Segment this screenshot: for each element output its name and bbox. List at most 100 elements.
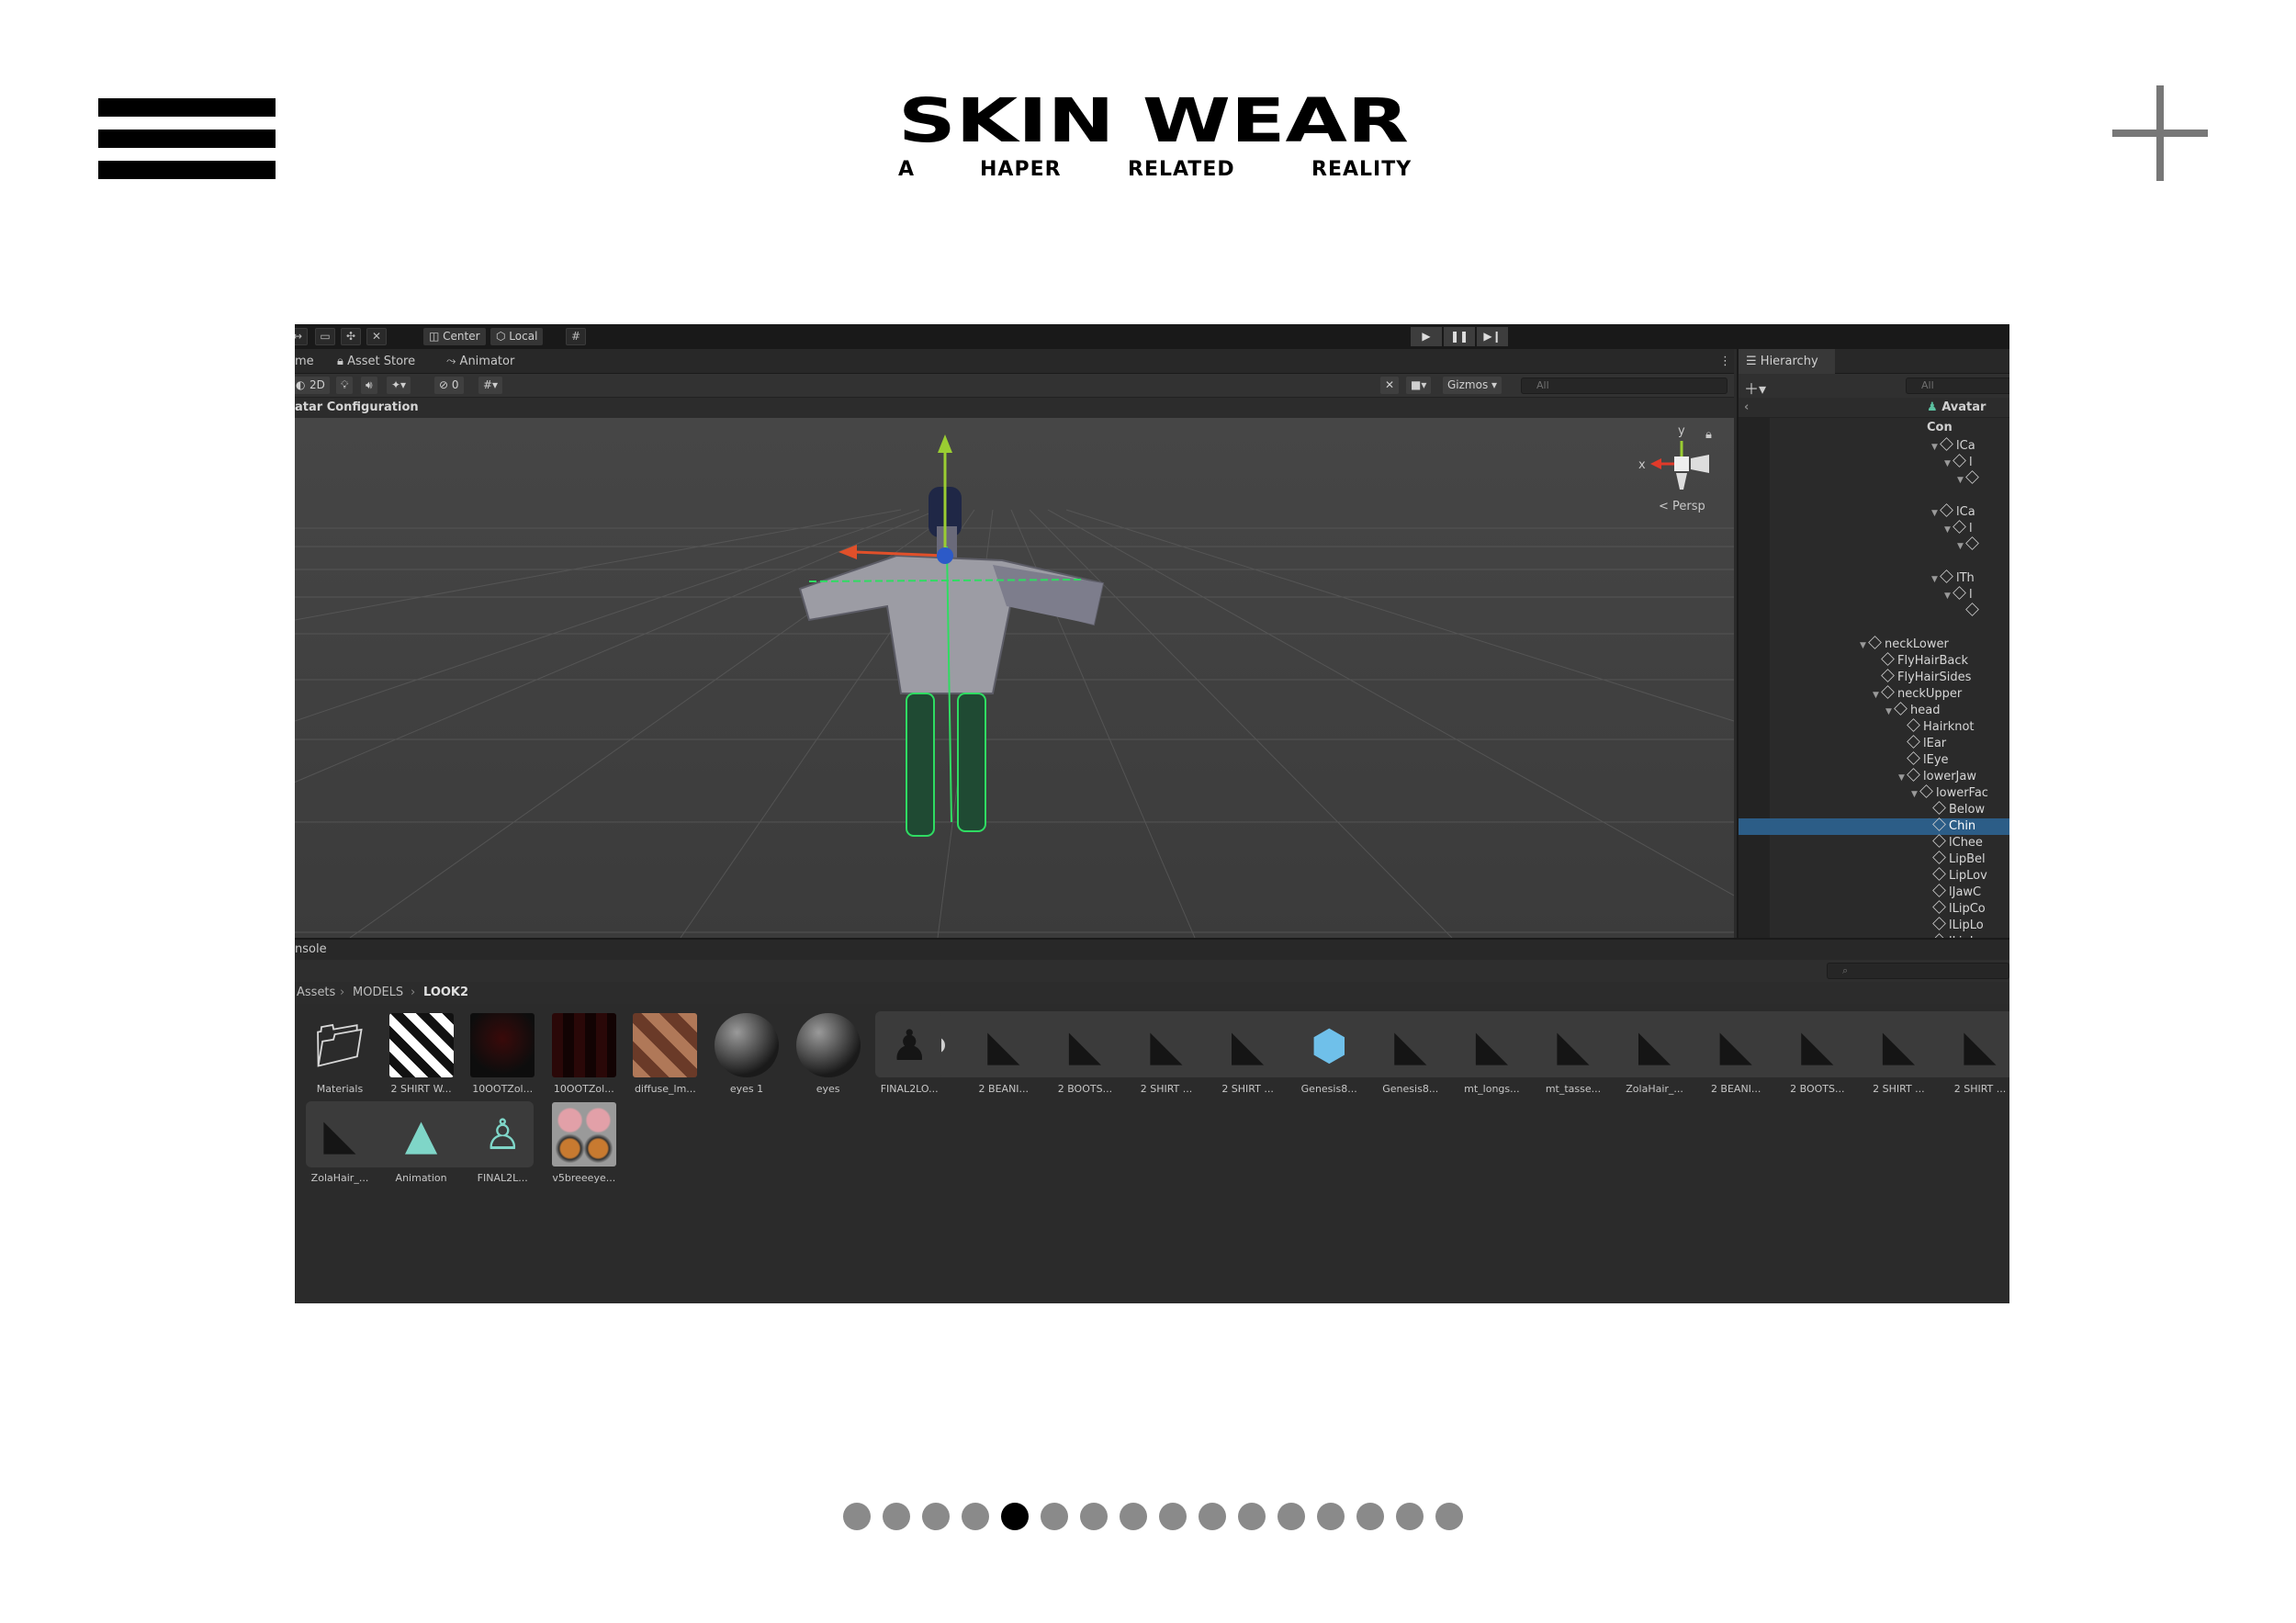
grid-snap-icon[interactable]: #: [566, 328, 586, 345]
asset-item[interactable]: 2 SHIRT W...: [382, 1013, 461, 1103]
hierarchy-item[interactable]: lChee: [1739, 834, 2009, 851]
hierarchy-item[interactable]: lEye: [1739, 751, 2009, 769]
toggle-2d-button[interactable]: 2D: [305, 377, 330, 394]
pagination-dot[interactable]: [1238, 1503, 1266, 1530]
hierarchy-item[interactable]: FlyHairSides: [1739, 669, 2009, 686]
expand-arrow-icon[interactable]: ▼: [1873, 687, 1882, 704]
asset-item[interactable]: ◣ 2 BOOTS...: [1045, 1013, 1124, 1103]
asset-item[interactable]: ♙ FINAL2L...: [463, 1102, 542, 1192]
asset-item[interactable]: 10OOTZol...: [463, 1013, 542, 1103]
pagination-dot[interactable]: [1396, 1503, 1424, 1530]
lock-icon[interactable]: 🔒︎: [1705, 428, 1712, 442]
breadcrumb-models[interactable]: MODELS: [353, 982, 403, 1004]
hierarchy-item[interactable]: ▼ l: [1739, 520, 2009, 537]
hierarchy-item[interactable]: ▼ neckLower: [1739, 636, 2009, 654]
scene-viewport[interactable]: y x 🔒︎ < Persp: [295, 418, 1734, 938]
hierarchy-item[interactable]: ▼ neckUpper: [1739, 685, 2009, 704]
expand-arrow-icon[interactable]: ▼: [1957, 472, 1966, 489]
expand-arrow-icon[interactable]: ▼: [1944, 588, 1953, 604]
pagination-dot[interactable]: [962, 1503, 989, 1530]
pivot-center-button[interactable]: ◫ Center: [423, 328, 486, 345]
hierarchy-item[interactable]: ▼: [1739, 536, 2009, 555]
pagination-dot[interactable]: [1317, 1503, 1345, 1530]
hierarchy-item[interactable]: lLipLo: [1739, 917, 2009, 934]
add-object-icon[interactable]: ＋▾: [1744, 377, 1766, 399]
hierarchy-item[interactable]: [1739, 603, 2009, 620]
hierarchy-item[interactable]: LipLov: [1739, 867, 2009, 885]
asset-item[interactable]: eyes: [789, 1013, 868, 1103]
tab-hierarchy[interactable]: ☰ Hierarchy: [1739, 349, 1835, 374]
breadcrumb-assets[interactable]: Assets: [297, 982, 335, 1004]
expand-arrow-icon[interactable]: ▼: [1885, 704, 1895, 720]
more-options-icon[interactable]: ⋮: [1719, 349, 1731, 374]
expand-arrow-icon[interactable]: ▼: [1931, 571, 1941, 588]
hierarchy-item[interactable]: ▼ lTh: [1739, 569, 2009, 588]
expand-arrow-icon[interactable]: ▼: [1911, 786, 1920, 803]
asset-item[interactable]: ◣ 2 BOOTS...: [1778, 1013, 1857, 1103]
asset-item[interactable]: ◣ 2 BEANI...: [1696, 1013, 1775, 1103]
character-model[interactable]: [798, 487, 1105, 837]
pause-icon[interactable]: ❚❚: [1444, 327, 1475, 346]
pagination-dot[interactable]: [1159, 1503, 1187, 1530]
move-tool-icon[interactable]: ↔: [295, 328, 308, 345]
expand-arrow-icon[interactable]: ▼: [1898, 770, 1908, 786]
hierarchy-item[interactable]: ▼ head: [1739, 702, 2009, 720]
asset-item[interactable]: ◣ 2 SHIRT ...: [1209, 1013, 1288, 1103]
hierarchy-item[interactable]: ▼ lCa: [1739, 437, 2009, 455]
rect-tool-icon[interactable]: ▭: [315, 328, 335, 345]
hierarchy-item[interactable]: Chin: [1739, 817, 2009, 835]
back-chevron-icon[interactable]: ‹: [1744, 398, 1749, 418]
pagination-dot[interactable]: [1001, 1503, 1029, 1530]
plus-button[interactable]: [2112, 85, 2208, 181]
view-mode-label[interactable]: < Persp: [1659, 500, 1705, 513]
pagination-dot[interactable]: [1120, 1503, 1147, 1530]
asset-item[interactable]: ◣ ZolaHair_...: [300, 1102, 379, 1192]
pagination-dot[interactable]: [1041, 1503, 1068, 1530]
hierarchy-item[interactable]: ▼ l: [1739, 586, 2009, 604]
hierarchy-item[interactable]: ▼: [1739, 470, 2009, 489]
expand-arrow-icon[interactable]: ▼: [1860, 637, 1869, 654]
hierarchy-item[interactable]: Hairknot: [1739, 718, 2009, 736]
hierarchy-item[interactable]: LipBel: [1739, 851, 2009, 868]
asset-item[interactable]: v5breeeye...: [545, 1102, 624, 1192]
asset-item[interactable]: ♟ FINAL2LO...: [870, 1013, 949, 1103]
asset-item[interactable]: diffuse_lm...: [625, 1013, 704, 1103]
hidden-objects-button[interactable]: ⊘ 0: [434, 377, 464, 394]
custom-tool-icon[interactable]: ✕: [366, 328, 387, 345]
pagination-dot[interactable]: [922, 1503, 950, 1530]
asset-item[interactable]: ◣ 2 BEANI...: [964, 1013, 1043, 1103]
asset-item[interactable]: eyes 1: [707, 1013, 786, 1103]
hierarchy-item[interactable]: FlyHairBack: [1739, 652, 2009, 670]
hierarchy-root-row[interactable]: ‹ ♟ Avatar Con: [1739, 398, 2009, 434]
asset-item[interactable]: ◣ 2 SHIRT ...: [1127, 1013, 1206, 1103]
hierarchy-search-input[interactable]: All: [1906, 378, 2009, 394]
space-local-button[interactable]: ⬡ Local: [490, 328, 544, 345]
orientation-gizmo[interactable]: y x 🔒︎: [1638, 424, 1712, 490]
tools-icon[interactable]: ✕: [1380, 377, 1400, 394]
z-axis-handle[interactable]: [937, 547, 953, 564]
asset-item[interactable]: 📁︎ Materials: [300, 1013, 379, 1103]
asset-item[interactable]: 10OOTZol...: [545, 1013, 624, 1103]
tab-home[interactable]: me: [295, 349, 314, 374]
pagination-dot[interactable]: [1356, 1503, 1384, 1530]
hierarchy-item[interactable]: ▼ lowerFac: [1739, 784, 2009, 803]
asset-item[interactable]: ◣ mt_longs...: [1452, 1013, 1531, 1103]
expand-arrow-icon[interactable]: ▼: [1931, 505, 1941, 522]
hierarchy-item[interactable]: lEar: [1739, 735, 2009, 752]
pagination-dot[interactable]: [1277, 1503, 1305, 1530]
hamburger-menu-button[interactable]: [98, 98, 276, 179]
hierarchy-item[interactable]: lLipCo: [1739, 900, 2009, 918]
breadcrumb-look2[interactable]: LOOK2: [423, 982, 468, 1004]
asset-item[interactable]: ◣ 2 SHIRT ...: [1859, 1013, 1938, 1103]
expand-arrow-icon[interactable]: ▼: [1957, 538, 1966, 555]
step-icon[interactable]: ▶❙: [1477, 327, 1508, 346]
site-logo[interactable]: SKIN WEAR A HAPER RELATED REALITY: [896, 92, 1411, 184]
console-tab[interactable]: nsole: [295, 938, 2009, 960]
effects-icon[interactable]: ✦▾: [387, 377, 411, 394]
grid-icon[interactable]: #▾: [478, 377, 503, 394]
gizmos-dropdown[interactable]: Gizmos ▾: [1443, 377, 1503, 394]
asset-item[interactable]: ⬢ Genesis8...: [1289, 1013, 1368, 1103]
transform-tool-icon[interactable]: ✣: [341, 328, 361, 345]
asset-item[interactable]: ◣ mt_tasse...: [1534, 1013, 1613, 1103]
lighting-icon[interactable]: 💡︎: [336, 377, 354, 394]
